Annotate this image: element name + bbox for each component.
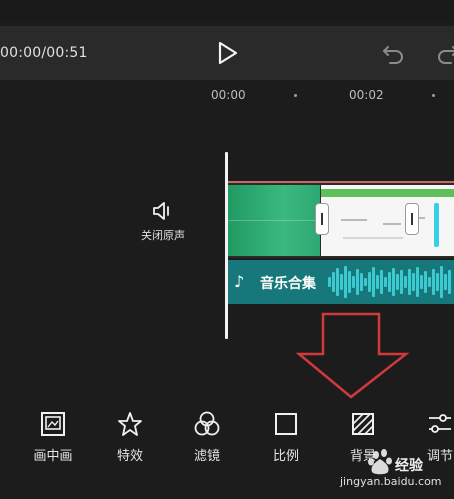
tool-effects[interactable]: 特效 (101, 405, 159, 473)
ruler-label-2s: 00:02 (349, 88, 384, 102)
watermark-brand: 经验 (395, 458, 423, 474)
audio-track[interactable]: ♪ 音乐合集 (228, 260, 454, 304)
video-track[interactable] (228, 181, 454, 258)
clip-trim-marker[interactable] (434, 203, 439, 247)
ruler-tick (294, 94, 297, 97)
audio-track-title: 音乐合集 (260, 276, 316, 292)
clip-thumbnail-line (343, 237, 403, 239)
clip-transition-handle[interactable] (316, 204, 328, 234)
play-icon (218, 41, 238, 65)
annotation-down-arrow-icon (296, 312, 410, 399)
clip-thumbnail-line (383, 223, 401, 225)
music-note-icon: ♪ (234, 272, 245, 291)
star-effect-icon (118, 412, 142, 436)
picture-in-picture-icon (41, 412, 65, 436)
filter-icon (194, 411, 220, 436)
ruler-tick (432, 94, 435, 97)
clip-thumbnail-band (321, 189, 454, 197)
mute-original-audio-button[interactable]: 关闭原声 (130, 200, 196, 252)
tool-picture-in-picture[interactable]: 画中画 (24, 405, 82, 473)
clip-transition-handle[interactable] (406, 204, 418, 234)
adjust-icon (429, 414, 451, 433)
play-button[interactable] (214, 40, 240, 66)
tool-label: 特效 (116, 449, 143, 464)
video-clip-green[interactable] (228, 185, 320, 256)
tool-label: 比例 (272, 449, 299, 464)
top-bar (0, 0, 454, 22)
undo-icon (383, 46, 403, 64)
undo-button[interactable] (380, 41, 406, 65)
tool-label: 滤镜 (193, 449, 220, 464)
tool-label: 画中画 (33, 449, 73, 464)
redo-button[interactable] (435, 41, 454, 65)
ruler-label-start: 00:00 (211, 88, 246, 102)
watermark-url: jingyan.baidu.com (340, 475, 442, 488)
time-display: 00:00/00:51 (0, 45, 88, 61)
tool-ratio[interactable]: 比例 (257, 405, 315, 473)
redo-icon (438, 46, 454, 64)
playhead[interactable] (225, 152, 228, 339)
tool-filter[interactable]: 滤镜 (178, 405, 236, 473)
clip-thumbnail-line (341, 219, 367, 221)
speaker-icon (153, 202, 169, 220)
background-icon (352, 413, 374, 435)
mute-label: 关闭原声 (141, 229, 185, 242)
ratio-icon (275, 413, 297, 435)
